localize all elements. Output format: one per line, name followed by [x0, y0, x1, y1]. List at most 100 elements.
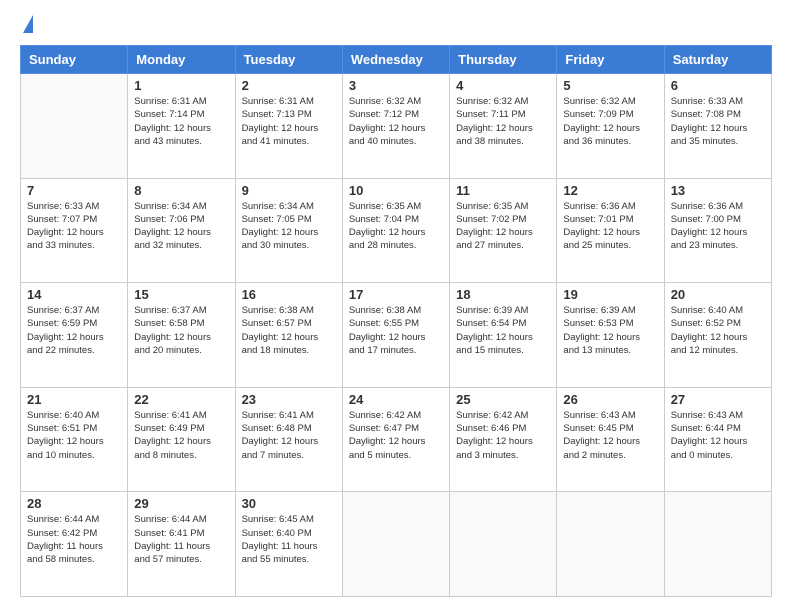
calendar-cell: 7 Sunrise: 6:33 AMSunset: 7:07 PMDaylight…	[21, 178, 128, 283]
calendar-cell: 6 Sunrise: 6:33 AMSunset: 7:08 PMDaylight…	[664, 74, 771, 179]
day-number: 3	[349, 78, 443, 93]
day-number: 21	[27, 392, 121, 407]
day-info: Sunrise: 6:35 AMSunset: 7:04 PMDaylight:…	[349, 200, 443, 253]
day-number: 7	[27, 183, 121, 198]
day-info: Sunrise: 6:37 AMSunset: 6:59 PMDaylight:…	[27, 304, 121, 357]
calendar-cell: 3 Sunrise: 6:32 AMSunset: 7:12 PMDaylight…	[342, 74, 449, 179]
day-number: 27	[671, 392, 765, 407]
header	[20, 15, 772, 35]
day-info: Sunrise: 6:39 AMSunset: 6:54 PMDaylight:…	[456, 304, 550, 357]
day-info: Sunrise: 6:45 AMSunset: 6:40 PMDaylight:…	[242, 513, 336, 566]
day-info: Sunrise: 6:33 AMSunset: 7:07 PMDaylight:…	[27, 200, 121, 253]
day-info: Sunrise: 6:41 AMSunset: 6:49 PMDaylight:…	[134, 409, 228, 462]
weekday-header-tuesday: Tuesday	[235, 46, 342, 74]
day-info: Sunrise: 6:34 AMSunset: 7:06 PMDaylight:…	[134, 200, 228, 253]
day-number: 5	[563, 78, 657, 93]
calendar-cell: 5Sunrise: 6:32 AMSunset: 7:09 PMDaylight…	[557, 74, 664, 179]
day-info: Sunrise: 6:34 AMSunset: 7:05 PMDaylight:…	[242, 200, 336, 253]
day-number: 13	[671, 183, 765, 198]
calendar-cell: 30Sunrise: 6:45 AMSunset: 6:40 PMDayligh…	[235, 492, 342, 597]
day-number: 28	[27, 496, 121, 511]
logo-triangle-icon	[23, 15, 33, 33]
calendar-cell: 21Sunrise: 6:40 AMSunset: 6:51 PMDayligh…	[21, 387, 128, 492]
day-info: Sunrise: 6:44 AMSunset: 6:42 PMDaylight:…	[27, 513, 121, 566]
logo-text	[20, 15, 33, 35]
calendar-cell	[664, 492, 771, 597]
logo	[20, 15, 33, 35]
day-number: 4	[456, 78, 550, 93]
calendar-week-row: 1Sunrise: 6:31 AMSunset: 7:14 PMDaylight…	[21, 74, 772, 179]
calendar-cell: 2 Sunrise: 6:31 AMSunset: 7:13 PMDaylight…	[235, 74, 342, 179]
day-info: Sunrise: 6:31 AMSunset: 7:13 PMDaylight:…	[242, 95, 336, 148]
day-number: 22	[134, 392, 228, 407]
calendar-cell: 13 Sunrise: 6:36 AMSunset: 7:00 PMDayligh…	[664, 178, 771, 283]
day-info: Sunrise: 6:39 AMSunset: 6:53 PMDaylight:…	[563, 304, 657, 357]
day-info: Sunrise: 6:32 AMSunset: 7:12 PMDaylight:…	[349, 95, 443, 148]
day-number: 25	[456, 392, 550, 407]
day-info: Sunrise: 6:31 AMSunset: 7:14 PMDaylight:…	[134, 95, 228, 148]
day-number: 11	[456, 183, 550, 198]
day-number: 6	[671, 78, 765, 93]
calendar-cell: 1Sunrise: 6:31 AMSunset: 7:14 PMDaylight…	[128, 74, 235, 179]
day-number: 2	[242, 78, 336, 93]
day-number: 10	[349, 183, 443, 198]
day-number: 24	[349, 392, 443, 407]
day-number: 8	[134, 183, 228, 198]
weekday-header-row: SundayMondayTuesdayWednesdayThursdayFrid…	[21, 46, 772, 74]
day-info: Sunrise: 6:38 AMSunset: 6:55 PMDaylight:…	[349, 304, 443, 357]
calendar-cell	[342, 492, 449, 597]
day-info: Sunrise: 6:33 AMSunset: 7:08 PMDaylight:…	[671, 95, 765, 148]
day-info: Sunrise: 6:43 AMSunset: 6:44 PMDaylight:…	[671, 409, 765, 462]
day-number: 9	[242, 183, 336, 198]
day-info: Sunrise: 6:43 AMSunset: 6:45 PMDaylight:…	[563, 409, 657, 462]
calendar-cell: 16Sunrise: 6:38 AMSunset: 6:57 PMDayligh…	[235, 283, 342, 388]
calendar-cell: 25 Sunrise: 6:42 AMSunset: 6:46 PMDayligh…	[450, 387, 557, 492]
calendar-cell: 19 Sunrise: 6:39 AMSunset: 6:53 PMDayligh…	[557, 283, 664, 388]
weekday-header-sunday: Sunday	[21, 46, 128, 74]
day-info: Sunrise: 6:40 AMSunset: 6:52 PMDaylight:…	[671, 304, 765, 357]
calendar-cell: 17 Sunrise: 6:38 AMSunset: 6:55 PMDayligh…	[342, 283, 449, 388]
day-info: Sunrise: 6:44 AMSunset: 6:41 PMDaylight:…	[134, 513, 228, 566]
calendar-cell	[557, 492, 664, 597]
calendar-cell: 28 Sunrise: 6:44 AMSunset: 6:42 PMDayligh…	[21, 492, 128, 597]
day-number: 18	[456, 287, 550, 302]
calendar-cell	[450, 492, 557, 597]
day-number: 23	[242, 392, 336, 407]
calendar-cell: 12 Sunrise: 6:36 AMSunset: 7:01 PMDayligh…	[557, 178, 664, 283]
weekday-header-wednesday: Wednesday	[342, 46, 449, 74]
day-number: 12	[563, 183, 657, 198]
calendar-cell: 10 Sunrise: 6:35 AMSunset: 7:04 PMDayligh…	[342, 178, 449, 283]
day-info: Sunrise: 6:42 AMSunset: 6:47 PMDaylight:…	[349, 409, 443, 462]
calendar-cell: 9 Sunrise: 6:34 AMSunset: 7:05 PMDaylight…	[235, 178, 342, 283]
day-info: Sunrise: 6:42 AMSunset: 6:46 PMDaylight:…	[456, 409, 550, 462]
calendar-cell: 14Sunrise: 6:37 AMSunset: 6:59 PMDayligh…	[21, 283, 128, 388]
calendar-cell: 20 Sunrise: 6:40 AMSunset: 6:52 PMDayligh…	[664, 283, 771, 388]
calendar-week-row: 28 Sunrise: 6:44 AMSunset: 6:42 PMDayligh…	[21, 492, 772, 597]
day-info: Sunrise: 6:36 AMSunset: 7:00 PMDaylight:…	[671, 200, 765, 253]
day-number: 20	[671, 287, 765, 302]
day-info: Sunrise: 6:37 AMSunset: 6:58 PMDaylight:…	[134, 304, 228, 357]
calendar-cell: 22 Sunrise: 6:41 AMSunset: 6:49 PMDayligh…	[128, 387, 235, 492]
calendar-week-row: 21Sunrise: 6:40 AMSunset: 6:51 PMDayligh…	[21, 387, 772, 492]
calendar-cell: 11 Sunrise: 6:35 AMSunset: 7:02 PMDayligh…	[450, 178, 557, 283]
calendar-cell	[21, 74, 128, 179]
weekday-header-monday: Monday	[128, 46, 235, 74]
weekday-header-saturday: Saturday	[664, 46, 771, 74]
calendar-cell: 15Sunrise: 6:37 AMSunset: 6:58 PMDayligh…	[128, 283, 235, 388]
day-number: 19	[563, 287, 657, 302]
day-info: Sunrise: 6:32 AMSunset: 7:11 PMDaylight:…	[456, 95, 550, 148]
calendar-week-row: 7 Sunrise: 6:33 AMSunset: 7:07 PMDaylight…	[21, 178, 772, 283]
day-number: 16	[242, 287, 336, 302]
weekday-header-friday: Friday	[557, 46, 664, 74]
calendar-cell: 24 Sunrise: 6:42 AMSunset: 6:47 PMDayligh…	[342, 387, 449, 492]
day-info: Sunrise: 6:35 AMSunset: 7:02 PMDaylight:…	[456, 200, 550, 253]
day-info: Sunrise: 6:36 AMSunset: 7:01 PMDaylight:…	[563, 200, 657, 253]
weekday-header-thursday: Thursday	[450, 46, 557, 74]
page: SundayMondayTuesdayWednesdayThursdayFrid…	[0, 0, 792, 612]
calendar-cell: 23 Sunrise: 6:41 AMSunset: 6:48 PMDayligh…	[235, 387, 342, 492]
calendar-week-row: 14Sunrise: 6:37 AMSunset: 6:59 PMDayligh…	[21, 283, 772, 388]
day-info: Sunrise: 6:41 AMSunset: 6:48 PMDaylight:…	[242, 409, 336, 462]
calendar-cell: 8 Sunrise: 6:34 AMSunset: 7:06 PMDaylight…	[128, 178, 235, 283]
calendar-cell: 29Sunrise: 6:44 AMSunset: 6:41 PMDayligh…	[128, 492, 235, 597]
day-number: 17	[349, 287, 443, 302]
